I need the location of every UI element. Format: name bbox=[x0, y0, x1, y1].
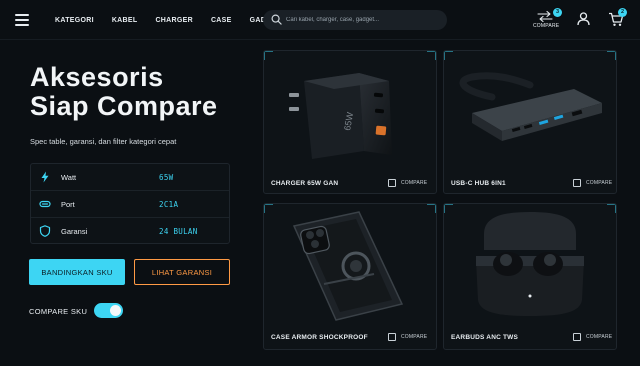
usb-hub-product-image bbox=[459, 72, 602, 141]
product-card-hub[interactable]: USB-C HUB 6IN1 COMPARE bbox=[443, 50, 617, 194]
shield-icon bbox=[39, 225, 51, 237]
nav-kabel[interactable]: KABEL bbox=[112, 17, 138, 24]
page-subtitle: Spec table, garansi, dan filter kategori… bbox=[30, 137, 177, 146]
compare-checkbox[interactable]: COMPARE bbox=[573, 333, 612, 341]
spec-key: Garansi bbox=[61, 227, 88, 236]
nav-charger[interactable]: CHARGER bbox=[155, 17, 193, 24]
toggle-knob bbox=[110, 305, 121, 316]
hamburger-menu-icon[interactable] bbox=[15, 14, 29, 26]
bolt-icon bbox=[41, 171, 49, 183]
checkbox-box bbox=[573, 333, 581, 341]
compare-checkbox-label: COMPARE bbox=[401, 180, 428, 186]
product-card-earbuds[interactable]: EARBUDS ANC TWS COMPARE bbox=[443, 203, 617, 350]
user-icon[interactable] bbox=[577, 12, 590, 26]
product-name: USB-C HUB 6IN1 bbox=[451, 180, 506, 187]
cart-button[interactable]: 2 bbox=[608, 8, 627, 32]
compare-sku-toggle-label: COMPARE SKU bbox=[29, 307, 88, 316]
spec-value: 2C1A bbox=[159, 199, 179, 209]
view-warranty-button[interactable]: LIHAT GARANSI bbox=[134, 259, 230, 285]
search-icon bbox=[271, 14, 282, 25]
compare-checkbox[interactable]: COMPARE bbox=[573, 179, 612, 187]
spec-row-watt: Watt 65W bbox=[31, 164, 229, 191]
nav-kategori[interactable]: KATEGORI bbox=[55, 17, 94, 24]
spec-value: 24 BULAN bbox=[159, 227, 198, 236]
product-card-charger[interactable]: 65W CHARGER 65W GAN COMPARE bbox=[263, 50, 437, 194]
spec-key: Port bbox=[61, 199, 75, 209]
search-input[interactable] bbox=[286, 13, 436, 27]
spec-table: Watt 65W Port 2C1A Garansi 24 BULAN bbox=[30, 163, 230, 244]
product-card-case[interactable]: CASE ARMOR SHOCKPROOF COMPARE bbox=[263, 203, 437, 350]
port-icon bbox=[39, 200, 51, 208]
compare-checkbox-label: COMPARE bbox=[586, 180, 613, 186]
compare-checkbox-label: COMPARE bbox=[586, 334, 613, 340]
cart-count-badge: 2 bbox=[618, 8, 627, 17]
compare-count-badge: 3 bbox=[553, 8, 562, 17]
spec-row-garansi: Garansi 24 BULAN bbox=[31, 218, 229, 245]
product-name: EARBUDS ANC TWS bbox=[451, 334, 519, 341]
top-header: KATEGORI KABEL CHARGER CASE GADGET 3 COM… bbox=[0, 0, 640, 40]
spec-key: Watt bbox=[61, 172, 77, 182]
title-line-1: Aksesoris bbox=[30, 62, 164, 92]
compare-sku-toggle[interactable] bbox=[94, 303, 123, 318]
spec-value: 65W bbox=[159, 172, 174, 182]
product-name: CHARGER 65W GAN bbox=[271, 180, 339, 187]
checkbox-box bbox=[573, 179, 581, 187]
search-bar bbox=[263, 10, 447, 30]
title-line-2: Siap Compare bbox=[30, 91, 218, 121]
page-title: Aksesoris Siap Compare bbox=[30, 63, 218, 121]
compare-checkbox-label: COMPARE bbox=[401, 334, 428, 340]
earbuds-product-image bbox=[476, 212, 584, 316]
product-name: CASE ARMOR SHOCKPROOF bbox=[271, 334, 368, 341]
phone-case-product-image bbox=[292, 211, 404, 321]
compare-arrows-icon bbox=[537, 10, 553, 22]
spec-row-port: Port 2C1A bbox=[31, 191, 229, 218]
header-compare-button[interactable]: 3 COMPARE bbox=[532, 8, 562, 33]
checkbox-box bbox=[388, 179, 396, 187]
compare-sku-button[interactable]: BANDINGKAN SKU bbox=[29, 259, 125, 285]
charger-product-image: 65W bbox=[289, 73, 392, 159]
checkbox-box bbox=[388, 333, 396, 341]
nav-case[interactable]: CASE bbox=[211, 17, 232, 24]
compare-checkbox[interactable]: COMPARE bbox=[388, 333, 427, 341]
compare-label: COMPARE bbox=[533, 23, 560, 29]
compare-checkbox[interactable]: COMPARE bbox=[388, 179, 427, 187]
